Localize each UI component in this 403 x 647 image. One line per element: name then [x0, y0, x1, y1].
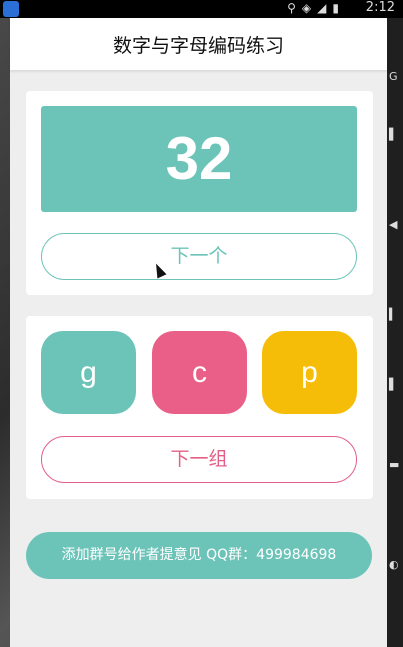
launcher-icon-3: ▍	[389, 308, 398, 321]
launcher-icon-6: ◐	[389, 558, 399, 571]
status-bar: ⚲◈◢▮ 2:12	[0, 0, 403, 18]
launcher-icon-1: ▌	[389, 128, 398, 141]
app-window: 数字与字母编码练习 32 下一个 g c p 下一组 添加群号给作者提意见 QQ…	[10, 18, 387, 647]
letter-tile-2[interactable]: c	[152, 331, 247, 414]
letter-tile-3[interactable]: p	[262, 331, 357, 414]
page-title: 数字与字母编码练习	[112, 35, 284, 57]
location-icon: ⚲	[287, 1, 302, 15]
background-launcher-strip: G ▌ ◀ ▍ ▌ ▬ ◐	[387, 18, 403, 647]
status-time: 2:12	[365, 0, 395, 15]
title-bar: 数字与字母编码练习	[10, 18, 387, 71]
launcher-icon-2: ◀	[389, 218, 398, 231]
launcher-icon-5: ▬	[389, 458, 400, 471]
launcher-letter-g-icon: G	[389, 70, 398, 83]
number-card: 32 下一个	[26, 91, 373, 295]
number-display: 32	[41, 106, 357, 212]
wifi-icon: ◈	[301, 1, 318, 15]
letter-tile-1[interactable]: g	[41, 331, 136, 414]
next-one-button[interactable]: 下一个	[41, 233, 357, 280]
app-notification-icon	[3, 1, 19, 17]
next-group-button[interactable]: 下一组	[41, 436, 357, 483]
battery-icon: ▮	[332, 1, 345, 15]
status-icons: ⚲◈◢▮	[287, 1, 345, 15]
launcher-icon-4: ▌	[389, 378, 398, 391]
signal-icon: ◢	[317, 1, 333, 15]
feedback-qq-group-button[interactable]: 添加群号给作者提意见 QQ群：499984698	[26, 532, 372, 579]
letter-card: g c p 下一组	[26, 316, 373, 499]
